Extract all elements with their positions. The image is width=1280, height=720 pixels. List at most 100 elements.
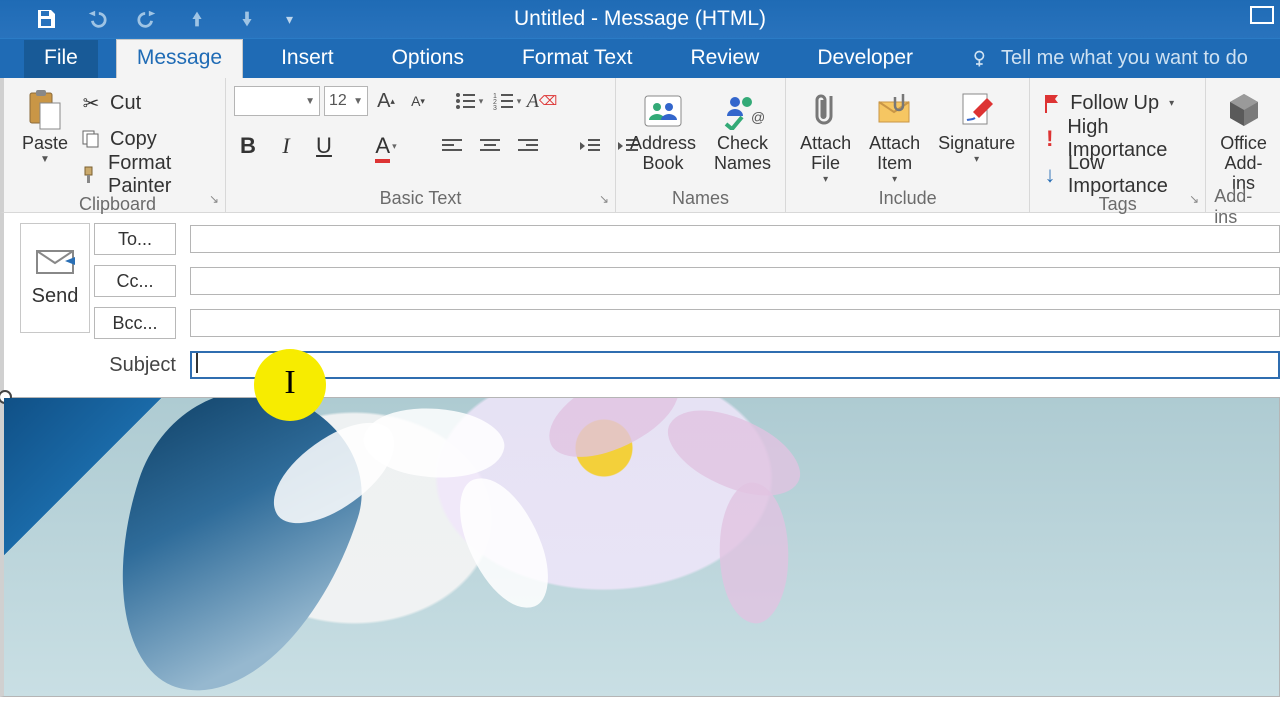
follow-up-button[interactable]: Follow Up ▾ [1038, 86, 1176, 120]
copy-button[interactable]: Copy [78, 122, 217, 156]
arrow-down-icon: ↓ [1040, 164, 1060, 186]
address-book-button[interactable]: Address Book [624, 86, 702, 176]
signature-button[interactable]: Signature ▾ [932, 86, 1021, 167]
save-icon[interactable] [34, 7, 58, 31]
paperclip-icon [804, 88, 848, 132]
previous-item-icon[interactable] [186, 8, 208, 30]
font-size-combo[interactable]: 12 ▼ [324, 86, 368, 116]
italic-button[interactable]: I [272, 132, 300, 160]
clear-formatting-button[interactable]: A⌫ [528, 87, 556, 115]
bcc-field[interactable] [190, 309, 1280, 337]
quick-access-toolbar: ▾ [0, 7, 293, 31]
office-addins-label: Office Add-ins [1220, 134, 1267, 193]
paste-button[interactable]: Paste ▼ [18, 86, 72, 167]
group-names: Address Book @ Check Names Names [616, 78, 786, 212]
bcc-button[interactable]: Bcc... [94, 307, 176, 339]
group-label: Basic Text [380, 186, 462, 210]
cc-button[interactable]: Cc... [94, 265, 176, 297]
tab-insert[interactable]: Insert [261, 40, 354, 78]
font-size-value: 12 [329, 92, 347, 110]
message-body[interactable] [0, 397, 1280, 697]
decrease-indent-button[interactable] [576, 132, 604, 160]
bullet-list-button[interactable]: ▾ [452, 86, 486, 116]
tab-developer[interactable]: Developer [797, 40, 933, 78]
cut-label: Cut [110, 92, 141, 115]
office-addins-button[interactable]: Office Add-ins [1214, 86, 1273, 195]
tell-me-search[interactable]: Tell me what you want to do [951, 41, 1268, 78]
font-color-button[interactable]: A▾ [372, 132, 400, 160]
chevron-down-icon: ▾ [1169, 98, 1174, 109]
align-center-button[interactable] [476, 132, 504, 160]
svg-text:@: @ [751, 109, 765, 125]
signature-icon [955, 88, 999, 132]
low-importance-button[interactable]: ↓ Low Importance [1038, 158, 1197, 192]
customize-qat-icon[interactable]: ▾ [286, 11, 293, 28]
dialog-launcher-icon[interactable]: ↘ [209, 192, 219, 206]
text-caret-icon [196, 353, 198, 373]
font-name-combo[interactable]: ▼ [234, 86, 320, 116]
ribbon-tabs: File Message Insert Options Format Text … [0, 38, 1280, 78]
next-item-icon[interactable] [236, 8, 258, 30]
tab-format-text[interactable]: Format Text [502, 40, 652, 78]
addins-icon [1222, 88, 1266, 132]
window-restore-icon[interactable] [1250, 6, 1274, 24]
shrink-font-button[interactable]: A▾ [404, 87, 432, 115]
tab-review[interactable]: Review [670, 40, 779, 78]
check-names-label: Check Names [714, 134, 771, 174]
attach-item-button[interactable]: Attach Item ▾ [863, 86, 926, 187]
send-icon [35, 249, 75, 275]
window-title: Untitled - Message (HTML) [514, 7, 766, 31]
grow-font-button[interactable]: A▴ [372, 87, 400, 115]
group-label: Names [672, 186, 729, 210]
chevron-down-icon: ▾ [974, 154, 979, 165]
tab-file[interactable]: File [24, 40, 98, 78]
paste-label: Paste [22, 134, 68, 154]
send-label: Send [32, 285, 79, 308]
dialog-launcher-icon[interactable]: ↘ [599, 192, 609, 206]
underline-button[interactable]: U [310, 132, 338, 160]
exclamation-icon: ! [1040, 128, 1059, 150]
align-left-button[interactable] [438, 132, 466, 160]
cc-field[interactable] [190, 267, 1280, 295]
paintbrush-icon [80, 164, 100, 186]
attach-file-button[interactable]: Attach File ▾ [794, 86, 857, 187]
number-list-button[interactable]: 123▾ [490, 86, 524, 116]
signature-label: Signature [938, 134, 1015, 154]
paste-icon [23, 88, 67, 132]
tab-options[interactable]: Options [372, 40, 484, 78]
to-button[interactable]: To... [94, 223, 176, 255]
scissors-icon: ✂ [80, 92, 102, 114]
group-basic-text: ▼ 12 ▼ A▴ A▾ ▾ 123▾ A⌫ B I U A▾ [226, 78, 616, 212]
chevron-down-icon: ▼ [40, 154, 50, 165]
ribbon: Paste ▼ ✂ Cut Copy Form [0, 78, 1280, 213]
address-book-icon [641, 88, 685, 132]
chevron-down-icon: ▼ [353, 96, 363, 107]
follow-up-label: Follow Up [1070, 92, 1159, 115]
redo-icon[interactable] [136, 8, 158, 30]
tell-me-label: Tell me what you want to do [1001, 47, 1248, 70]
stationery-background [4, 398, 1279, 696]
group-addins: Office Add-ins Add-ins [1206, 78, 1280, 212]
high-importance-button[interactable]: ! High Importance [1038, 122, 1197, 156]
cursor-highlight: I [254, 349, 326, 421]
undo-icon[interactable] [86, 8, 108, 30]
group-tags: Follow Up ▾ ! High Importance ↓ Low Impo… [1030, 78, 1206, 212]
group-include: Attach File ▾ Attach Item ▾ Signature ▾ … [786, 78, 1030, 212]
attach-file-label: Attach File [800, 134, 851, 174]
svg-text:3: 3 [493, 105, 497, 110]
check-names-button[interactable]: @ Check Names [708, 86, 777, 176]
attach-item-icon [873, 88, 917, 132]
to-field[interactable] [190, 225, 1280, 253]
send-button[interactable]: Send [20, 223, 90, 333]
cut-button[interactable]: ✂ Cut [78, 86, 217, 120]
subject-field[interactable] [190, 351, 1280, 379]
chevron-down-icon: ▾ [892, 174, 897, 185]
bold-button[interactable]: B [234, 132, 262, 160]
format-painter-button[interactable]: Format Painter [78, 158, 217, 192]
dialog-launcher-icon[interactable]: ↘ [1189, 192, 1199, 206]
check-names-icon: @ [721, 88, 765, 132]
copy-label: Copy [110, 128, 157, 151]
title-bar: ▾ Untitled - Message (HTML) [0, 0, 1280, 38]
tab-message[interactable]: Message [116, 39, 243, 78]
align-right-button[interactable] [514, 132, 542, 160]
